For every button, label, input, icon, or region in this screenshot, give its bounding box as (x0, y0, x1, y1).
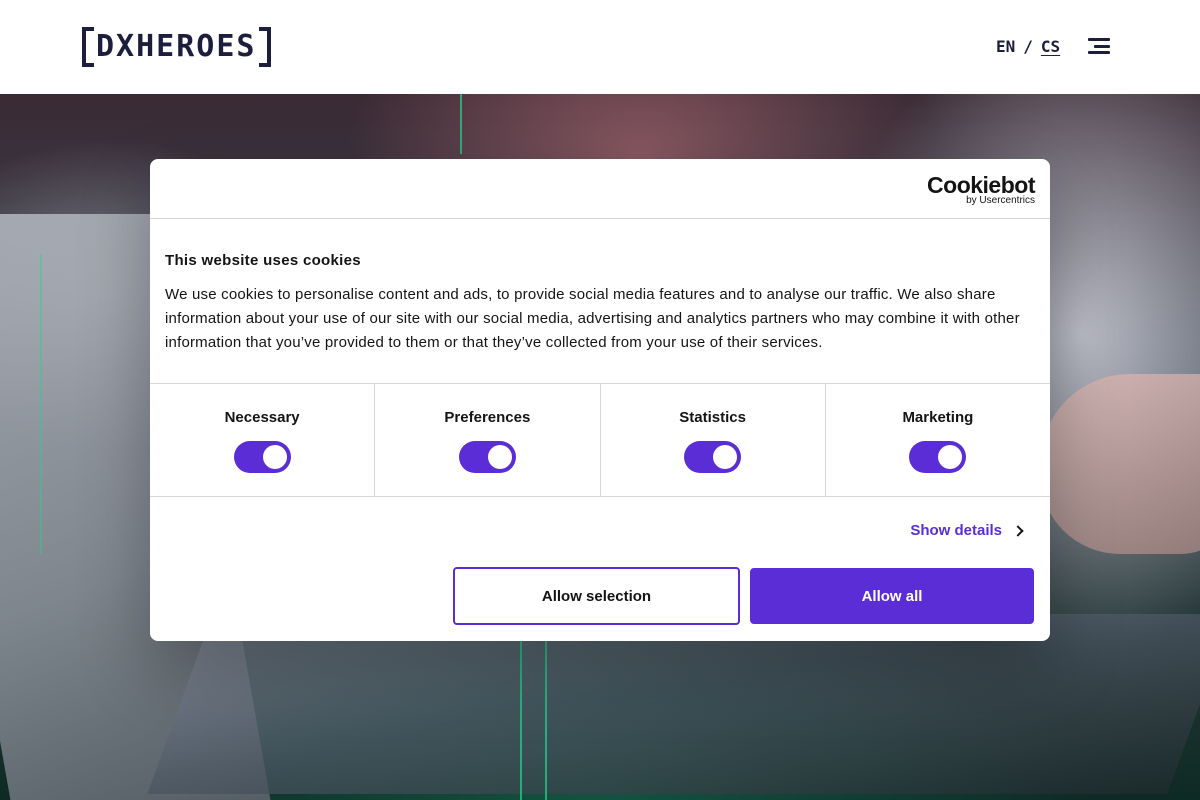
allow-selection-button[interactable]: Allow selection (453, 567, 740, 625)
dialog-title: This website uses cookies (165, 252, 361, 269)
show-details-label: Show details (910, 522, 1002, 539)
preferences-toggle[interactable] (458, 441, 516, 473)
site-header: DXHEROES EN / CS (0, 0, 1200, 94)
menu-line (1094, 44, 1110, 48)
lang-cs-link[interactable]: CS (1041, 36, 1060, 58)
category-necessary: Necessary (150, 384, 376, 496)
data-glow-line (460, 94, 462, 154)
data-glow-line (545, 614, 547, 800)
dialog-buttons: Allow selection Allow all (453, 567, 1034, 625)
hamburger-menu-icon[interactable] (1086, 36, 1110, 56)
data-glow-line (40, 254, 42, 554)
category-preferences: Preferences (375, 384, 601, 496)
category-label: Marketing (902, 409, 974, 426)
menu-line (1088, 51, 1110, 54)
marketing-toggle[interactable] (909, 441, 967, 473)
category-label: Statistics (679, 409, 746, 426)
toggle-knob (938, 445, 963, 469)
cookiebot-brand: Cookiebot (927, 172, 1035, 198)
menu-line (1088, 38, 1110, 41)
cookie-consent-dialog: Cookiebot by Usercentrics This website u… (150, 159, 1050, 641)
dxheroes-logo[interactable]: DXHEROES (82, 27, 271, 67)
lang-en-link[interactable]: EN (996, 36, 1015, 58)
category-label: Necessary (224, 409, 300, 426)
hand-shape (1040, 374, 1200, 554)
cookiebot-logo: Cookiebot by Usercentrics (927, 173, 1035, 206)
category-label: Preferences (444, 409, 531, 426)
chevron-right-icon (1012, 525, 1024, 537)
lang-separator: / (1023, 37, 1033, 56)
consent-categories: Necessary Preferences Statistics Marketi… (150, 384, 1050, 497)
category-statistics: Statistics (601, 384, 826, 496)
category-marketing: Marketing (826, 384, 1050, 496)
dialog-description: We use cookies to personalise content an… (165, 286, 1020, 351)
logo-left-bracket (82, 27, 94, 67)
dialog-header: Cookiebot by Usercentrics (150, 159, 1050, 219)
keyboard-shape (147, 614, 1200, 794)
logo-right-bracket (258, 27, 271, 67)
statistics-toggle[interactable] (684, 441, 742, 473)
toggle-knob (713, 445, 738, 469)
toggle-knob (487, 445, 512, 469)
allow-all-button[interactable]: Allow all (750, 568, 1034, 624)
logo-text: DXHEROES (96, 29, 257, 64)
language-switcher: EN / CS (996, 36, 1060, 58)
details-row: Show details (150, 497, 1050, 567)
show-details-link[interactable]: Show details (910, 521, 1024, 541)
dialog-body: This website uses cookies We use cookies… (150, 219, 1050, 384)
necessary-toggle[interactable] (233, 441, 291, 473)
toggle-knob (262, 445, 287, 469)
